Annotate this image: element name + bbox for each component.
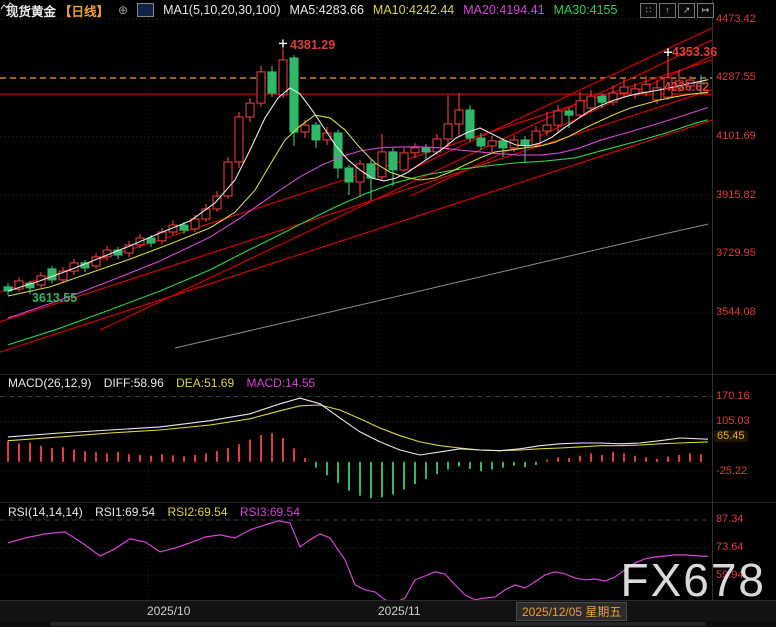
chart-canvas[interactable]: [0, 0, 776, 627]
axis-label: -25.22: [716, 465, 747, 477]
axis-label: 73.64: [716, 541, 744, 553]
axis-current-value: 65.45: [714, 430, 748, 442]
swing-low-label: 3613.55: [32, 291, 77, 305]
watermark: FX678: [620, 553, 766, 607]
expand-icon[interactable]: ⊕: [118, 3, 128, 17]
recent-high-label: 4353.36: [672, 45, 717, 59]
macd-header: MACD(26,12,9) DIFF:58.96 DEA:51.69 MACD:…: [8, 376, 324, 390]
rsi2-value: RSI2:69.54: [167, 505, 227, 519]
axis-label: 87.34: [716, 513, 744, 525]
zoom-out-axis-icon[interactable]: ↗: [678, 3, 695, 18]
price-axis-line: [712, 0, 713, 627]
time-scrollbar: [0, 621, 776, 627]
macd-macd-value: MACD:14.55: [246, 376, 315, 390]
date-label-oct: 2025/10: [147, 604, 190, 618]
trading-app: 现货黄金 【日线】 ⊕ MA1(5,10,20,30,100) MA5:4283…: [0, 0, 776, 627]
macd-dea-value: DEA:51.69: [176, 376, 234, 390]
support-price-label: 4236.62: [664, 80, 709, 94]
axis-label: 4287.55: [716, 71, 756, 83]
ma30-value: MA30:4155: [554, 3, 618, 17]
peak-price-label: 4381.29: [290, 38, 335, 52]
rsi3-value: RSI3:69.54: [240, 505, 300, 519]
macd-diff-value: DIFF:58.96: [104, 376, 164, 390]
date-label-nov: 2025/11: [378, 604, 421, 618]
axis-label: 105.03: [716, 415, 750, 427]
toolbar-buttons: ∷ ↑ ↗ ↦: [640, 3, 714, 18]
date-axis: 2025/10 2025/11 2025/12/05 星期五: [0, 600, 776, 622]
axis-label: 3915.82: [716, 189, 756, 201]
macd-name: MACD(26,12,9): [8, 376, 91, 390]
rsi1-value: RSI1:69.54: [95, 505, 155, 519]
scrollbar-handle[interactable]: [50, 622, 706, 626]
period-label: 【日线】: [59, 1, 109, 20]
ma5-value: MA5:4283.66: [290, 3, 364, 17]
rsi-header: RSI(14,14,14) RSI1:69.54 RSI2:69.54 RSI3…: [8, 505, 309, 519]
pan-icon[interactable]: ∷: [640, 3, 657, 18]
axis-label: 4101.69: [716, 130, 756, 142]
chart-type-icon[interactable]: [137, 3, 154, 17]
ma20-value: MA20:4194.41: [463, 3, 544, 17]
ma-settings-label: MA1(5,10,20,30,100): [163, 3, 280, 17]
axis-label: 170.16: [716, 390, 750, 402]
axis-label: 3544.08: [716, 306, 756, 318]
date-label-current: 2025/12/05 星期五: [516, 602, 627, 621]
rsi-name: RSI(14,14,14): [8, 505, 83, 519]
axis-label: 3729.95: [716, 247, 756, 259]
ma10-value: MA10:4242.44: [373, 3, 454, 17]
go-to-latest-icon[interactable]: ↦: [697, 3, 714, 18]
zoom-in-axis-icon[interactable]: ↑: [659, 3, 676, 18]
